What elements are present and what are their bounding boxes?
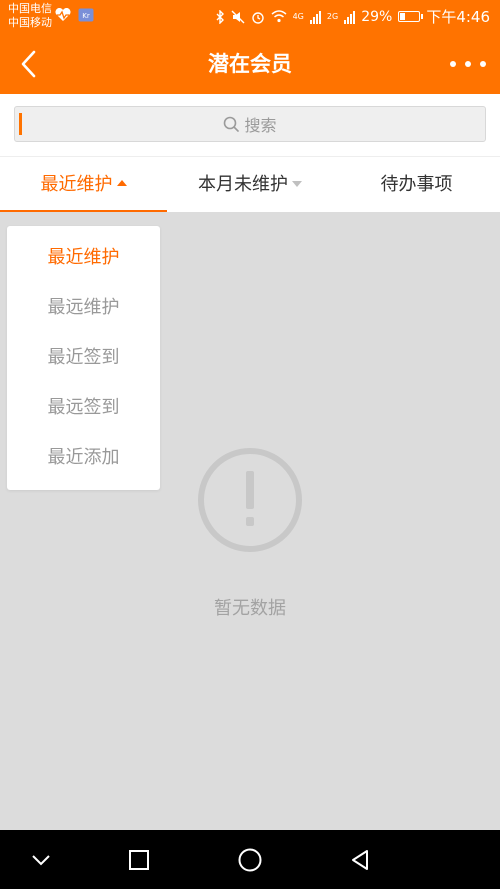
caret-up-icon [116, 180, 127, 186]
hide-nav-button[interactable] [11, 830, 71, 889]
tab-label: 最近维护 [40, 174, 113, 195]
signal-1-icon [309, 10, 321, 24]
signal-2-icon [344, 10, 356, 24]
triangle-back-icon [352, 849, 368, 870]
top-navbar: 潜在会员 [0, 34, 500, 94]
mute-icon [231, 10, 245, 23]
battery-percent: 29% [361, 8, 393, 25]
network-type-1: 4G [292, 12, 304, 21]
tab-label: 待办事项 [380, 174, 453, 195]
active-tab-indicator [0, 210, 167, 212]
search-placeholder: 搜索 [244, 116, 277, 135]
tab-recent-maintenance[interactable]: 最近维护 [0, 157, 167, 212]
dropdown-item-oldest-maintenance[interactable]: 最远维护 [7, 276, 160, 326]
tab-todo[interactable]: 待办事项 [333, 157, 500, 212]
clock: 下午4:46 [426, 8, 490, 26]
wifi-icon [271, 10, 287, 23]
more-dots-icon [450, 61, 456, 67]
notification-icons: Kr [54, 8, 94, 22]
svg-text:Kr: Kr [82, 12, 90, 20]
carrier-info: 中国电信 中国移动 [8, 2, 52, 30]
square-icon [129, 849, 149, 870]
chevron-down-icon [32, 854, 50, 865]
filter-tabs: 最近维护 本月未维护 待办事项 [0, 156, 500, 212]
network-type-2: 2G [326, 12, 339, 21]
home-button[interactable] [220, 830, 280, 889]
exclamation-circle-icon [198, 448, 302, 552]
heart-rate-icon [55, 8, 71, 21]
carrier-2: 中国移动 [8, 16, 52, 29]
page-title: 潜在会员 [208, 52, 292, 76]
battery-icon [398, 11, 424, 22]
app-notification-icon: Kr [78, 8, 94, 22]
recent-apps-button[interactable] [109, 830, 169, 889]
circle-home-icon [238, 848, 262, 871]
system-status: 4G 2G 29% 下午4:46 [215, 6, 490, 27]
dropdown-item-recent-maintenance[interactable]: 最近维护 [7, 226, 160, 276]
sort-dropdown-menu: 最近维护 最远维护 最近签到 最远签到 最近添加 [7, 226, 160, 490]
bluetooth-icon [216, 9, 224, 24]
more-button[interactable] [450, 52, 486, 76]
status-bar: 中国电信 中国移动 Kr 4G 2G 29% 下午4:46 [0, 0, 500, 34]
system-navigation-bar [0, 830, 500, 889]
search-bar: 搜索 [0, 94, 500, 156]
dropdown-item-oldest-checkin[interactable]: 最远签到 [7, 376, 160, 426]
tab-label: 本月未维护 [198, 174, 288, 195]
search-input[interactable]: 搜索 [14, 106, 486, 142]
empty-state-text: 暂无数据 [214, 598, 286, 619]
back-nav-button[interactable] [330, 830, 390, 889]
alarm-icon [251, 11, 264, 24]
caret-down-icon [292, 181, 302, 187]
dropdown-item-recent-added[interactable]: 最近添加 [7, 426, 160, 476]
dropdown-item-recent-checkin[interactable]: 最近签到 [7, 326, 160, 376]
tab-unmaintained-this-month[interactable]: 本月未维护 [167, 157, 333, 212]
search-icon [224, 116, 240, 132]
carrier-1: 中国电信 [8, 2, 52, 15]
